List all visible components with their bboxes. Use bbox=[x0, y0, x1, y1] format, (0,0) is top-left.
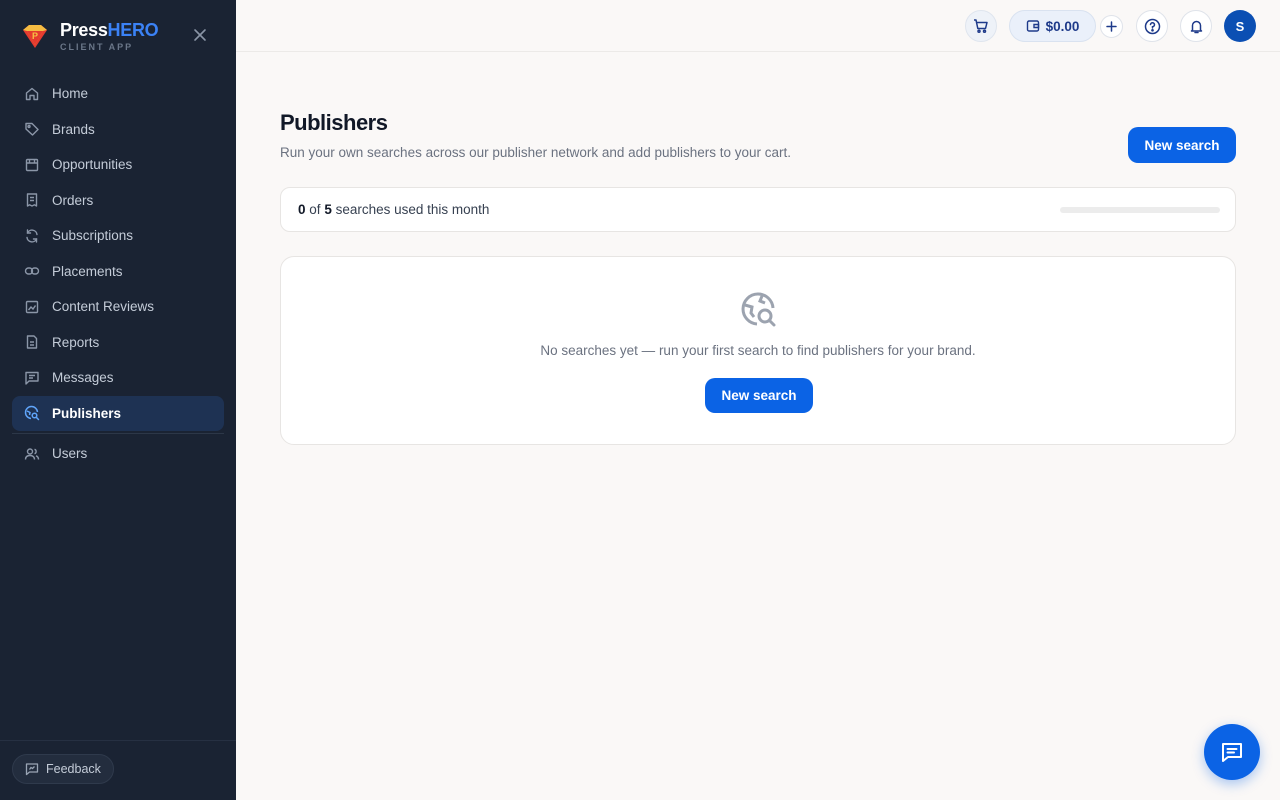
sidebar-item-messages[interactable]: Messages bbox=[12, 360, 224, 396]
chat-icon bbox=[1222, 743, 1242, 762]
sidebar: P PressHERO CLIENT APP Home Brands Oppor… bbox=[0, 0, 236, 800]
globe-search-icon bbox=[741, 292, 776, 327]
close-sidebar-button[interactable] bbox=[190, 25, 210, 45]
brand-subtitle: CLIENT APP bbox=[60, 42, 134, 52]
help-button[interactable] bbox=[1136, 10, 1168, 42]
sidebar-item-orders[interactable]: Orders bbox=[12, 183, 224, 219]
searches-limit-count: 5 bbox=[324, 202, 332, 217]
sidebar-item-label: Users bbox=[52, 446, 88, 462]
home-icon bbox=[24, 86, 40, 102]
users-icon bbox=[24, 446, 40, 462]
sidebar-item-label: Subscriptions bbox=[52, 228, 134, 244]
globe-search-icon bbox=[24, 405, 40, 421]
empty-state-new-search-button[interactable]: New search bbox=[705, 378, 813, 413]
message-icon bbox=[24, 370, 40, 386]
sidebar-item-label: Opportunities bbox=[52, 157, 133, 173]
feedback-label: Feedback bbox=[46, 762, 101, 776]
wallet-icon bbox=[1026, 19, 1040, 33]
sidebar-item-label: Home bbox=[52, 86, 89, 102]
cart-icon bbox=[974, 19, 988, 34]
superhero-shield-logo-icon: P bbox=[23, 25, 47, 48]
sidebar-footer: Feedback bbox=[0, 740, 236, 800]
search-usage-text: 0 of 5 searches used this month bbox=[298, 202, 490, 217]
image-review-icon bbox=[24, 299, 40, 315]
sidebar-item-label: Publishers bbox=[52, 405, 122, 421]
plus-icon bbox=[1106, 21, 1117, 32]
search-usage-card: 0 of 5 searches used this month bbox=[280, 187, 1236, 232]
sidebar-item-label: Messages bbox=[52, 370, 114, 386]
sidebar-item-label: Content Reviews bbox=[52, 299, 155, 315]
sidebar-item-label: Placements bbox=[52, 263, 123, 279]
sidebar-item-label: Brands bbox=[52, 121, 95, 137]
sidebar-item-home[interactable]: Home bbox=[12, 76, 224, 112]
sidebar-item-placements[interactable]: Placements bbox=[12, 254, 224, 290]
sidebar-item-label: Orders bbox=[52, 192, 94, 208]
search-usage-progress-bar bbox=[1060, 207, 1220, 213]
new-search-button[interactable]: New search bbox=[1128, 127, 1236, 163]
help-icon bbox=[1144, 18, 1160, 34]
searches-used-count: 0 bbox=[298, 202, 306, 217]
notifications-button[interactable] bbox=[1180, 10, 1212, 42]
close-icon bbox=[194, 29, 206, 41]
tag-icon bbox=[24, 121, 40, 137]
page-subtitle: Run your own searches across our publish… bbox=[280, 145, 792, 160]
page-title: Publishers bbox=[280, 110, 388, 135]
sidebar-item-label: Reports bbox=[52, 334, 100, 350]
sidebar-item-subscriptions[interactable]: Subscriptions bbox=[12, 218, 224, 254]
user-avatar[interactable]: S bbox=[1224, 10, 1256, 42]
empty-state-message: No searches yet — run your first search … bbox=[540, 343, 976, 358]
bell-icon bbox=[1190, 20, 1202, 33]
feedback-button[interactable]: Feedback bbox=[12, 754, 114, 784]
link-icon bbox=[24, 263, 40, 279]
sidebar-item-users[interactable]: Users bbox=[12, 436, 224, 472]
wallet-balance-button[interactable]: $0.00 bbox=[1009, 10, 1096, 42]
sidebar-item-reports[interactable]: Reports bbox=[12, 325, 224, 361]
document-icon bbox=[24, 334, 40, 350]
empty-state-card: No searches yet — run your first search … bbox=[280, 256, 1236, 445]
sidebar-item-content-reviews[interactable]: Content Reviews bbox=[12, 289, 224, 325]
svg-text:P: P bbox=[32, 31, 38, 41]
feedback-icon bbox=[25, 762, 39, 776]
sidebar-item-brands[interactable]: Brands bbox=[12, 112, 224, 148]
topbar: $0.00 S bbox=[236, 0, 1280, 52]
brand-name: PressHERO bbox=[60, 20, 159, 40]
refresh-icon bbox=[24, 228, 40, 244]
sidebar-item-opportunities[interactable]: Opportunities bbox=[12, 147, 224, 183]
receipt-icon bbox=[24, 192, 40, 208]
chat-support-button[interactable] bbox=[1204, 724, 1260, 780]
add-funds-button[interactable] bbox=[1100, 15, 1123, 38]
brand-logo-link[interactable]: P PressHERO CLIENT APP bbox=[20, 16, 159, 56]
sidebar-nav: Home Brands Opportunities Orders Subscri… bbox=[12, 76, 224, 472]
cart-button[interactable] bbox=[965, 10, 997, 42]
sidebar-item-publishers[interactable]: Publishers bbox=[12, 395, 224, 431]
storefront-icon bbox=[24, 157, 40, 173]
wallet-amount: $0.00 bbox=[1045, 18, 1080, 34]
sidebar-divider bbox=[12, 433, 224, 434]
